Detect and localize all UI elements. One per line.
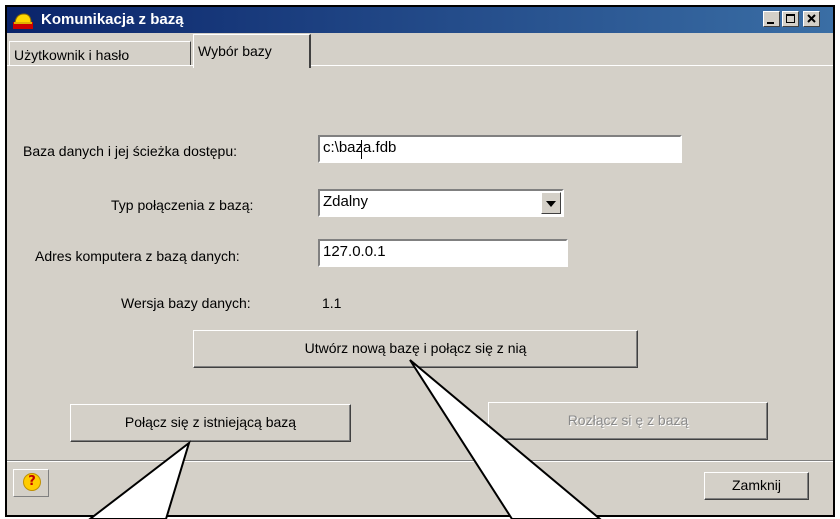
window-title: Komunikacja z bazą [41, 11, 184, 28]
maximize-button[interactable] [782, 11, 799, 27]
host-input[interactable]: 127.0.0.1 [318, 239, 568, 267]
footer-separator-highlight [7, 461, 833, 462]
title-bar[interactable]: Komunikacja z bazą [7, 7, 833, 33]
conn-type-value: Zdalny [323, 193, 369, 210]
button-label: Połącz się z istniejącą bazą [124, 414, 297, 430]
help-button[interactable]: ? [13, 469, 49, 497]
conn-type-label: Typ połączenia z bazą: [111, 197, 254, 213]
button-label: Zamknij [731, 477, 781, 493]
host-value: 127.0.0.1 [323, 243, 386, 260]
text-caret [361, 140, 362, 159]
tab-label: Wybór bazy [198, 43, 272, 59]
close-window-button[interactable] [803, 11, 820, 27]
dropdown-button[interactable] [541, 192, 561, 214]
minimize-button[interactable] [763, 11, 780, 27]
maximize-icon [786, 14, 795, 23]
helmet-icon [13, 11, 33, 29]
connect-existing-button[interactable]: Połącz się z istniejącą bazą [70, 404, 351, 442]
disconnect-button: Rozłącz si ę z bazą [488, 402, 768, 440]
minimize-icon [767, 22, 774, 24]
tab-user-password[interactable]: Użytkownik i hasło [9, 41, 191, 65]
tab-database-selection[interactable]: Wybór bazy [193, 34, 311, 68]
close-icon [807, 14, 816, 23]
tab-label: Użytkownik i hasło [14, 47, 130, 63]
button-label: Rozłącz si ę z bazą [567, 412, 689, 428]
tab-strip-line [7, 65, 833, 66]
conn-type-select[interactable]: Zdalny [318, 189, 564, 217]
close-button[interactable]: Zamknij [704, 472, 809, 500]
host-label: Adres komputera z bazą danych: [35, 248, 240, 264]
version-label: Wersja bazy danych: [121, 295, 251, 311]
button-label: Utwórz nową bazę i połącz się z nią [304, 340, 527, 356]
db-path-label: Baza danych i jej ścieżka dostępu: [23, 143, 238, 159]
create-database-button[interactable]: Utwórz nową bazę i połącz się z nią [193, 330, 638, 368]
db-path-input[interactable]: c:\baza.fdb [318, 135, 682, 163]
db-path-value: c:\baza.fdb [323, 139, 397, 156]
dialog-window: Komunikacja z bazą Użytkownik i hasło Wy… [5, 5, 835, 517]
help-icon: ? [23, 473, 41, 491]
chevron-down-icon [546, 201, 556, 207]
version-value: 1.1 [322, 295, 342, 311]
